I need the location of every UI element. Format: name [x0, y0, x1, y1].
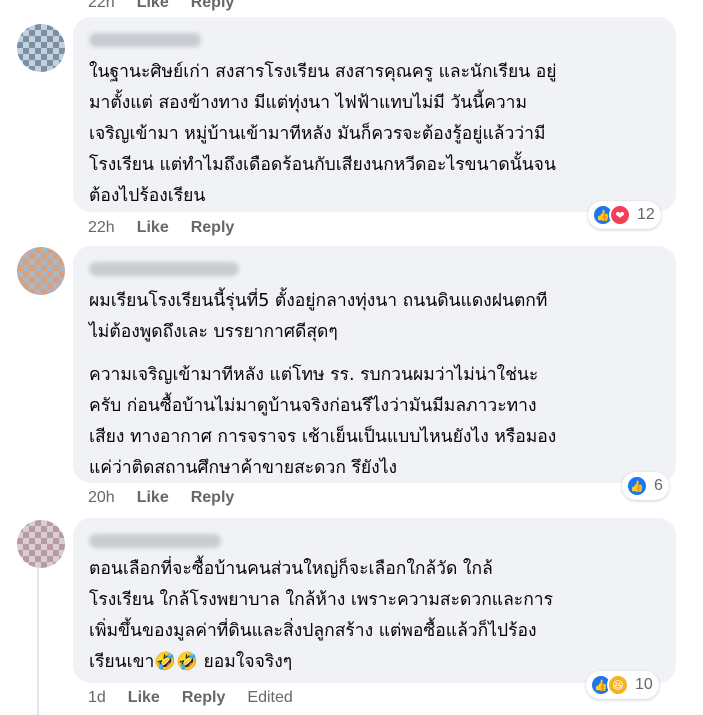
- comment-text-paragraph: ความเจริญเข้ามาทีหลัง แต่โทษ รร. รบกวนผม…: [89, 365, 557, 478]
- comment-bubble: ในฐานะศิษย์เก่า สงสารโรงเรียน สงสารคุณคร…: [73, 17, 676, 212]
- reply-button[interactable]: Reply: [191, 0, 235, 12]
- comment-text: ผมเรียนโรงเรียนนี้รุ่นที่5 ตั้งอยู่กลางท…: [89, 291, 548, 342]
- comment-actions: 22h Like Reply: [88, 219, 234, 237]
- reply-button[interactable]: Reply: [182, 689, 226, 707]
- comment-time[interactable]: 1d: [88, 689, 106, 707]
- comment-text: ตอนเลือกที่จะซื้อบ้านคนส่วนใหญ่ก็จะเลือก…: [89, 559, 554, 672]
- like-button[interactable]: Like: [137, 0, 169, 12]
- comment-bubble: ผมเรียนโรงเรียนนี้รุ่นที่5 ตั้งอยู่กลางท…: [73, 246, 676, 483]
- edited-label[interactable]: Edited: [247, 689, 292, 707]
- reaction-count: 12: [637, 206, 655, 223]
- comment-time[interactable]: 22h: [88, 219, 115, 237]
- haha-icon: 😆: [607, 674, 629, 696]
- reaction-summary[interactable]: 👍 6: [622, 472, 669, 500]
- love-icon: ❤: [609, 204, 631, 226]
- author-name-blurred[interactable]: [89, 262, 239, 276]
- reply-button[interactable]: Reply: [191, 489, 235, 507]
- comment-actions: 1d Like Reply Edited: [88, 689, 293, 707]
- reaction-summary[interactable]: 👍 ❤ 12: [588, 201, 661, 229]
- avatar[interactable]: [17, 24, 65, 72]
- author-name-blurred[interactable]: [89, 33, 201, 47]
- previous-comment-actions: 22h Like Reply: [88, 0, 234, 12]
- avatar[interactable]: [17, 247, 65, 295]
- author-name-blurred[interactable]: [89, 534, 221, 548]
- comment-bubble: ตอนเลือกที่จะซื้อบ้านคนส่วนใหญ่ก็จะเลือก…: [73, 518, 676, 683]
- comment-time[interactable]: 20h: [88, 489, 115, 507]
- reaction-count: 6: [654, 477, 663, 494]
- like-button[interactable]: Like: [137, 489, 169, 507]
- reaction-summary[interactable]: 👍 😆 10: [586, 671, 659, 699]
- reply-button[interactable]: Reply: [191, 219, 235, 237]
- like-button[interactable]: Like: [128, 689, 160, 707]
- like-icon: 👍: [626, 475, 648, 497]
- comment-text: ในฐานะศิษย์เก่า สงสารโรงเรียน สงสารคุณคร…: [89, 62, 557, 206]
- comment-time: 22h: [88, 0, 115, 11]
- comment-actions: 20h Like Reply: [88, 489, 234, 507]
- like-button[interactable]: Like: [137, 219, 169, 237]
- reaction-count: 10: [635, 676, 653, 693]
- avatar[interactable]: [17, 520, 65, 568]
